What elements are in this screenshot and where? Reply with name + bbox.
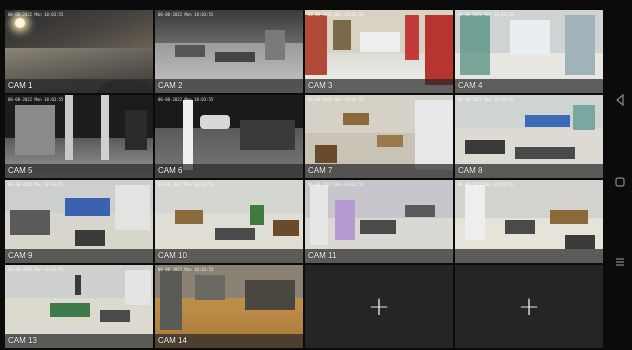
camera-label: CAM 6 [158, 166, 183, 175]
camera-tile-3[interactable]: 06-08-2022 Mon 18:03:55 CAM 3 [305, 10, 453, 93]
camera-label: CAM 4 [458, 81, 483, 90]
camera-tile-12-selected[interactable]: 06-08-2022 Mon 18:03:55 [455, 180, 603, 263]
camera-timestamp: 06-08-2022 Mon 18:03:55 [158, 182, 214, 187]
home-icon[interactable] [614, 176, 626, 188]
camera-grid-screen: 06-08-2022 Mon 18:03:55 CAM 1 06-08-2022… [0, 0, 632, 350]
camera-tile-14[interactable]: 06-08-2022 Mon 18:03:55 CAM 14 [155, 265, 303, 348]
camera-tile-10[interactable]: 06-08-2022 Mon 18:03:55 CAM 10 [155, 180, 303, 263]
camera-grid: 06-08-2022 Mon 18:03:55 CAM 1 06-08-2022… [5, 10, 605, 350]
camera-tile-7[interactable]: 06-08-2022 Mon 18:03:55 CAM 7 [305, 95, 453, 178]
camera-label: CAM 10 [158, 251, 187, 260]
camera-label: CAM 5 [8, 166, 33, 175]
plus-icon: + [368, 291, 390, 322]
camera-tile-13[interactable]: 06-08-2022 Mon 18:03:55 CAM 13 [5, 265, 153, 348]
camera-label: CAM 14 [158, 336, 187, 345]
camera-timestamp: 06-08-2022 Mon 18:03:55 [8, 182, 64, 187]
camera-label: CAM 7 [308, 166, 333, 175]
camera-label-bar [455, 249, 603, 263]
camera-timestamp: 06-08-2022 Mon 18:03:55 [158, 267, 214, 272]
camera-timestamp: 06-08-2022 Mon 18:03:55 [158, 12, 214, 17]
camera-tile-4[interactable]: 06-08-2022 Mon 18:03:55 CAM 4 [455, 10, 603, 93]
camera-tile-1[interactable]: 06-08-2022 Mon 18:03:55 CAM 1 [5, 10, 153, 93]
camera-timestamp: 06-08-2022 Mon 18:03:55 [308, 97, 364, 102]
add-camera-slot-2[interactable]: + [455, 265, 603, 348]
camera-label: CAM 1 [8, 81, 33, 90]
camera-label: CAM 3 [308, 81, 333, 90]
recents-icon[interactable] [614, 256, 626, 268]
camera-tile-2[interactable]: 06-08-2022 Mon 18:03:55 CAM 2 [155, 10, 303, 93]
add-camera-slot-1[interactable]: + [305, 265, 453, 348]
back-icon[interactable] [614, 94, 626, 106]
system-navigation-bar [607, 0, 632, 350]
camera-tile-11[interactable]: 06-08-2022 Mon 18:03:55 CAM 11 [305, 180, 453, 263]
camera-label: CAM 8 [458, 166, 483, 175]
camera-tile-9[interactable]: 06-08-2022 Mon 18:03:55 CAM 9 [5, 180, 153, 263]
camera-timestamp: 06-08-2022 Mon 18:03:55 [308, 182, 364, 187]
camera-label: CAM 9 [8, 251, 33, 260]
camera-timestamp: 06-08-2022 Mon 18:03:55 [458, 182, 514, 187]
camera-label: CAM 11 [308, 251, 337, 260]
camera-timestamp: 06-08-2022 Mon 18:03:55 [8, 267, 64, 272]
camera-timestamp: 06-08-2022 Mon 18:03:55 [308, 12, 364, 17]
camera-label: CAM 13 [8, 336, 37, 345]
camera-label: CAM 2 [158, 81, 183, 90]
camera-tile-6[interactable]: 06-08-2022 Mon 18:03:55 CAM 6 [155, 95, 303, 178]
camera-tile-8[interactable]: 06-08-2022 Mon 18:03:55 CAM 8 [455, 95, 603, 178]
camera-timestamp: 06-08-2022 Mon 18:03:55 [158, 97, 214, 102]
camera-timestamp: 06-08-2022 Mon 18:03:55 [458, 12, 514, 17]
camera-timestamp: 06-08-2022 Mon 18:03:55 [8, 97, 64, 102]
plus-icon: + [518, 291, 540, 322]
camera-timestamp: 06-08-2022 Mon 18:03:55 [458, 97, 514, 102]
camera-tile-5[interactable]: 06-08-2022 Mon 18:03:55 CAM 5 [5, 95, 153, 178]
camera-timestamp: 06-08-2022 Mon 18:03:55 [8, 12, 64, 17]
